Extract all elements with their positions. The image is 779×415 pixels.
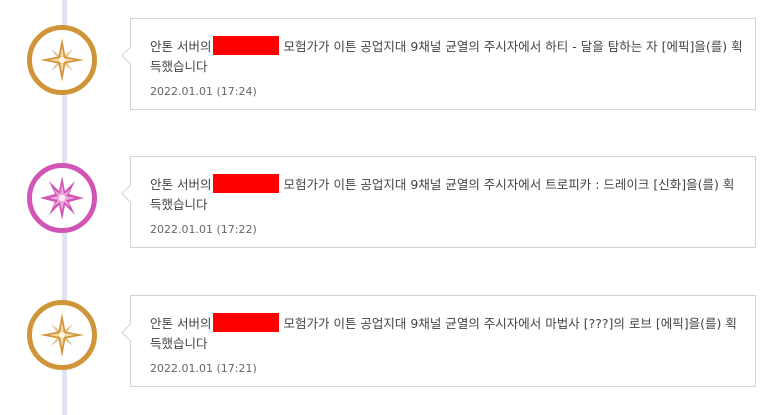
timeline-entry: 안톤 서버의 모험가가 이튼 공업지대 9채널 균열의 주시자에서 마법사 [??… [0, 275, 779, 395]
drop-message: 안톤 서버의 모험가가 이튼 공업지대 9채널 균열의 주시자에서 트로피카 : … [150, 174, 745, 215]
message-prefix: 안톤 서버의 [150, 39, 212, 54]
epic-star-icon [27, 300, 97, 370]
drop-notice-card: 안톤 서버의 모험가가 이튼 공업지대 9채널 균열의 주시자에서 트로피카 : … [121, 156, 756, 248]
timestamp: 2022.01.01 (17:22) [150, 223, 257, 236]
drop-notice-card: 안톤 서버의 모험가가 이튼 공업지대 9채널 균열의 주시자에서 하티 - 달을… [121, 18, 756, 110]
redacted-character-name [213, 174, 280, 193]
timestamp: 2022.01.01 (17:21) [150, 362, 257, 375]
drop-message: 안톤 서버의 모험가가 이튼 공업지대 9채널 균열의 주시자에서 마법사 [??… [150, 313, 745, 354]
redacted-character-name [213, 36, 280, 55]
legendary-burst-icon [27, 163, 97, 233]
timeline-entry: 안톤 서버의 모험가가 이튼 공업지대 9채널 균열의 주시자에서 트로피카 : … [0, 138, 779, 258]
redacted-character-name [213, 313, 280, 332]
card-pointer [121, 46, 140, 65]
drop-notice-card: 안톤 서버의 모험가가 이튼 공업지대 9채널 균열의 주시자에서 마법사 [??… [121, 295, 756, 387]
message-prefix: 안톤 서버의 [150, 316, 212, 331]
timestamp: 2022.01.01 (17:24) [150, 85, 257, 98]
message-prefix: 안톤 서버의 [150, 177, 212, 192]
drop-message: 안톤 서버의 모험가가 이튼 공업지대 9채널 균열의 주시자에서 하티 - 달을… [150, 36, 745, 77]
card-pointer [121, 323, 140, 342]
timeline-entry: 안톤 서버의 모험가가 이튼 공업지대 9채널 균열의 주시자에서 하티 - 달을… [0, 0, 779, 120]
card-pointer [121, 184, 140, 203]
epic-star-icon [27, 25, 97, 95]
